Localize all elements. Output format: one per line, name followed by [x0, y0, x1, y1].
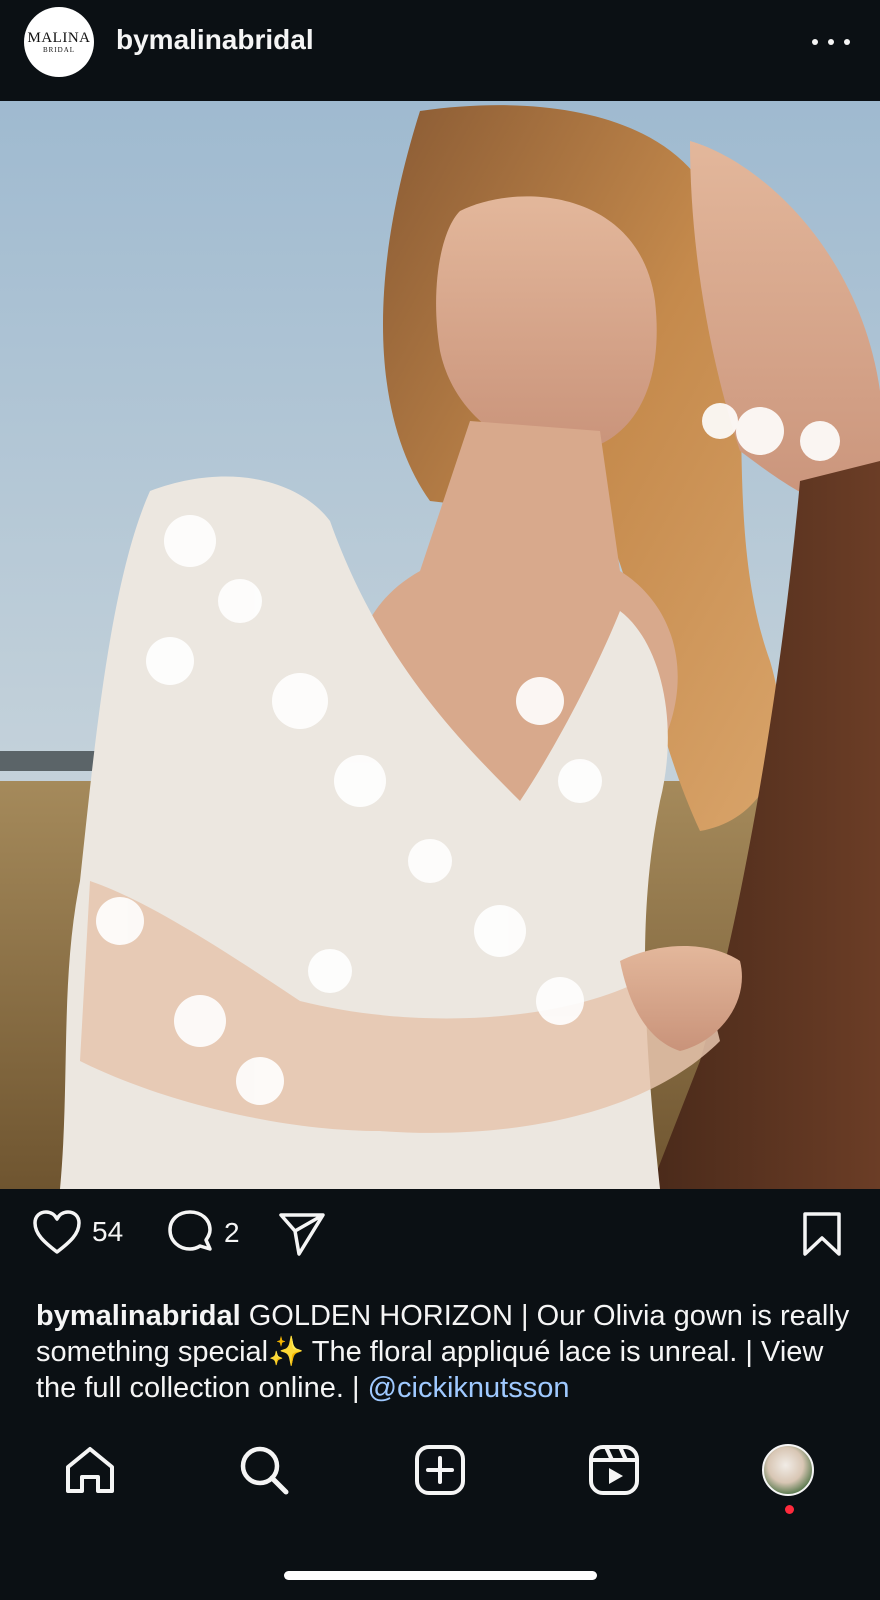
comment-control[interactable]: 2: [166, 1209, 240, 1257]
nav-reels[interactable]: [586, 1442, 642, 1498]
account-avatar[interactable]: MALINA BRIDAL: [24, 7, 94, 77]
post-image-illustration: [0, 101, 880, 1189]
bookmark-icon[interactable]: [802, 1211, 842, 1257]
nav-create[interactable]: [412, 1442, 468, 1498]
post-actions: 54 2: [0, 1189, 880, 1289]
paper-plane-icon[interactable]: [278, 1211, 326, 1257]
post-header: MALINA BRIDAL bymalinabridal: [0, 0, 880, 101]
logo-line-1: MALINA: [27, 29, 91, 46]
share-control[interactable]: [278, 1211, 326, 1257]
home-icon[interactable]: [64, 1445, 116, 1495]
post-image[interactable]: [0, 101, 880, 1189]
plus-square-icon[interactable]: [414, 1444, 466, 1496]
post-caption: bymalinabridal GOLDEN HORIZON | Our Oliv…: [36, 1298, 856, 1410]
nav-profile[interactable]: [760, 1442, 816, 1498]
comment-count[interactable]: 2: [224, 1217, 240, 1249]
profile-avatar[interactable]: [762, 1444, 814, 1496]
heart-icon[interactable]: [32, 1209, 82, 1255]
like-control[interactable]: 54: [32, 1209, 123, 1255]
nav-search[interactable]: [236, 1442, 292, 1498]
caption-mention[interactable]: @cickiknutsson: [368, 1372, 570, 1404]
logo-line-2: BRIDAL: [42, 45, 76, 54]
like-count[interactable]: 54: [92, 1216, 123, 1248]
nav-home[interactable]: [62, 1442, 118, 1498]
caption-username[interactable]: bymalinabridal: [36, 1300, 241, 1332]
save-control[interactable]: [802, 1211, 842, 1257]
reels-icon[interactable]: [588, 1444, 640, 1496]
more-options-icon[interactable]: [812, 30, 850, 54]
comment-bubble-icon[interactable]: [166, 1209, 214, 1257]
notification-dot: [785, 1505, 794, 1514]
home-indicator[interactable]: [284, 1571, 597, 1580]
account-username[interactable]: bymalinabridal: [116, 24, 314, 56]
search-icon[interactable]: [238, 1444, 290, 1496]
